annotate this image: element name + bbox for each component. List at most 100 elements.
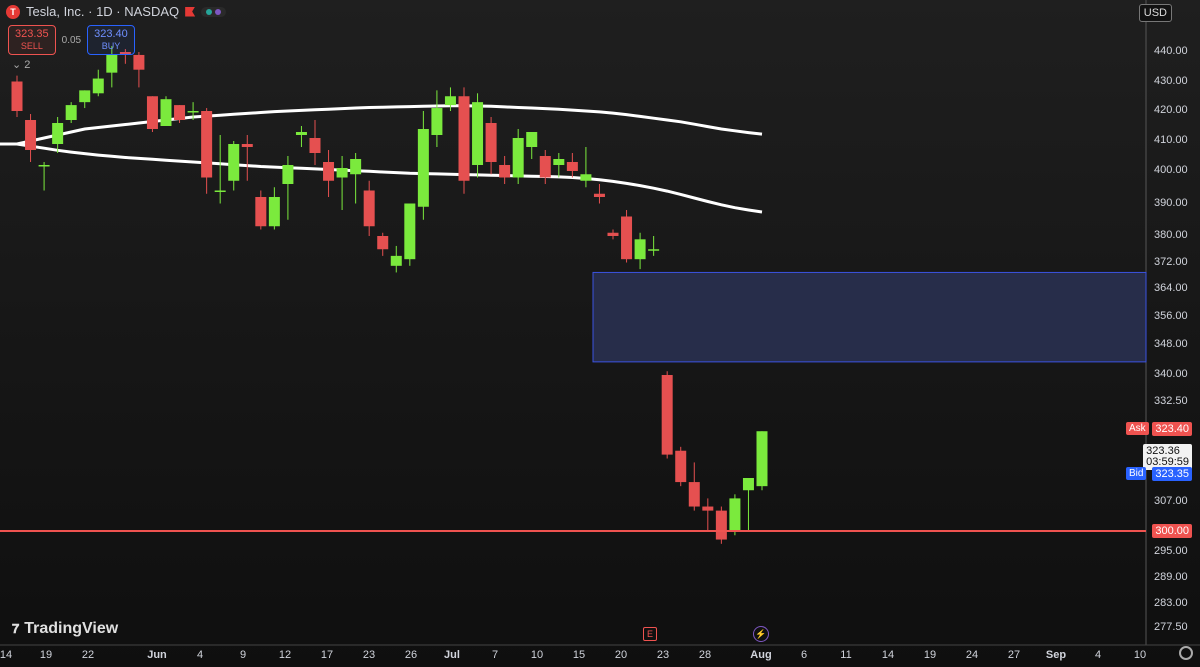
time-tick-label: 23 <box>362 649 376 661</box>
time-tick-label: 10 <box>1133 649 1147 661</box>
price-tick-label: 390.00 <box>1154 196 1188 209</box>
price-tick-label: 440.00 <box>1154 45 1188 57</box>
symbol-title: Tesla, Inc. · 1D · NASDAQ <box>26 4 180 19</box>
candle-body <box>729 498 741 531</box>
candle-body <box>241 144 253 147</box>
price-tick-label: 400.00 <box>1154 164 1188 176</box>
candle-body <box>38 165 50 167</box>
price-tick-label: 277.50 <box>1154 621 1188 633</box>
ask-price-tag: 323.40 <box>1152 421 1192 436</box>
buy-button[interactable]: 323.40 BUY <box>87 25 135 55</box>
sell-price: 323.35 <box>15 28 49 40</box>
trade-panel: 323.35 SELL 0.05 323.40 BUY <box>8 25 135 55</box>
time-tick-label: 23 <box>656 649 670 661</box>
moving-average-line-2 <box>0 142 763 214</box>
candle-body <box>661 375 673 455</box>
lightning-event-icon[interactable]: ⚡ <box>753 626 769 642</box>
tradingview-wordmark: TradingView <box>24 620 119 637</box>
candle-body <box>593 193 605 197</box>
time-tick-label: 10 <box>530 649 544 661</box>
candle-body <box>309 138 321 153</box>
candle-body <box>52 123 64 144</box>
time-tick-label: 19 <box>39 649 53 661</box>
candle-body <box>485 123 497 162</box>
price-tick-label: 364.00 <box>1154 282 1188 294</box>
candle-body <box>621 216 633 260</box>
candle-body <box>553 159 565 165</box>
spread-value: 0.05 <box>61 34 82 46</box>
candle-body <box>11 81 23 111</box>
tradingview-logo[interactable]: 𝟕 TradingView <box>12 620 118 638</box>
indicators-toggle[interactable]: ⌄ 2 <box>12 58 30 71</box>
flag-icon[interactable] <box>185 6 196 17</box>
price-tick-label: 420.00 <box>1154 104 1188 116</box>
candle-body <box>146 96 158 129</box>
candle-body <box>512 138 524 178</box>
candle-body <box>472 102 484 165</box>
price-tick-label: 283.00 <box>1154 597 1188 610</box>
time-tick-label: Jun <box>147 649 167 661</box>
candle-body <box>174 105 186 120</box>
time-tick-label: 14 <box>0 649 13 661</box>
time-tick-label: 28 <box>698 649 712 661</box>
time-tick-label: 22 <box>81 649 95 661</box>
time-tick-label: 24 <box>965 649 979 661</box>
candle-body <box>268 197 280 227</box>
sell-button[interactable]: 323.35 SELL <box>8 25 56 55</box>
supply-zone <box>592 271 1147 363</box>
gear-icon[interactable] <box>1179 646 1193 660</box>
candle-body <box>444 96 456 106</box>
buy-price: 323.40 <box>94 28 128 40</box>
time-tick-label: 27 <box>1007 649 1021 661</box>
time-tick-label: 19 <box>923 649 937 661</box>
candle-body <box>79 90 91 103</box>
bid-price-tag: 323.35 <box>1152 467 1192 482</box>
candle-body <box>363 190 375 227</box>
currency-button[interactable]: USD <box>1138 4 1172 22</box>
earnings-event-icon[interactable]: E <box>643 627 657 641</box>
tradingview-icon: 𝟕 <box>12 621 20 636</box>
candle-body <box>566 162 578 171</box>
candle-body <box>350 159 362 175</box>
chevron-down-icon: ⌄ <box>12 59 22 71</box>
candle-body <box>323 162 335 181</box>
candle-body <box>607 232 619 236</box>
time-tick-label: 26 <box>404 649 418 661</box>
candle-body <box>404 203 416 260</box>
candle-body <box>431 108 443 135</box>
moving-average-line-1 <box>0 104 763 146</box>
support-price-tag: 300.00 <box>1152 524 1192 538</box>
time-tick-label: 11 <box>840 649 852 661</box>
candle-body <box>417 129 429 207</box>
buy-label: BUY <box>101 41 121 51</box>
symbol-header[interactable]: T Tesla, Inc. · 1D · NASDAQ <box>6 4 227 19</box>
candle-body <box>526 132 538 147</box>
time-tick-label: 7 <box>491 649 499 661</box>
candle-body <box>106 54 118 73</box>
time-tick-label: 9 <box>239 649 247 661</box>
time-tick-label: 6 <box>800 649 808 661</box>
candle-body <box>255 197 267 227</box>
candle-body <box>634 239 646 260</box>
market-status-icon[interactable] <box>201 6 227 17</box>
price-tick-label: 372.00 <box>1154 255 1188 268</box>
candle-body <box>688 482 700 507</box>
time-tick-label: Aug <box>750 649 772 661</box>
indicator-count: 2 <box>24 59 31 71</box>
time-tick-label: 14 <box>881 649 895 661</box>
candle-body <box>715 510 727 540</box>
candle-body <box>92 78 104 94</box>
candle-body <box>336 168 348 178</box>
price-chart[interactable] <box>0 0 1200 667</box>
price-tick-label: 307.00 <box>1154 495 1188 508</box>
candle-body <box>133 54 145 70</box>
candle-body <box>539 156 551 178</box>
time-tick-label: Jul <box>444 649 460 661</box>
candle-body <box>187 111 199 113</box>
candle-body <box>742 478 754 491</box>
candle-body <box>756 431 768 487</box>
price-tick-label: 410.00 <box>1154 134 1188 146</box>
price-tick-label: 295.00 <box>1154 545 1188 558</box>
tesla-logo-icon: T <box>6 4 20 19</box>
price-tick-label: 380.00 <box>1154 229 1188 241</box>
